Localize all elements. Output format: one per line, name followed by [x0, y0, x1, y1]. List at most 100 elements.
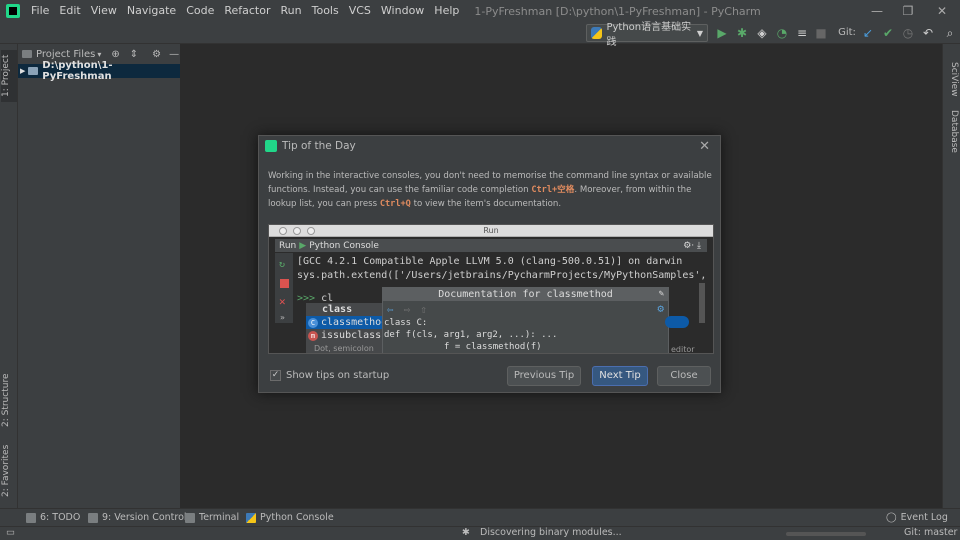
show-tips-checkbox[interactable]: ✓ Show tips on startup	[270, 370, 389, 381]
project-root-item[interactable]: ▶ D:\python\1-PyFreshman	[18, 60, 180, 82]
close-button[interactable]: Close	[657, 366, 711, 386]
menu-run[interactable]: Run	[276, 0, 307, 22]
mac-zoom-dot-icon	[307, 227, 315, 235]
pycharm-logo-icon	[6, 4, 20, 18]
close-icon[interactable]: ✕	[699, 139, 710, 154]
tab-python-console[interactable]: Python Console	[246, 512, 334, 523]
window-title: 1-PyFreshman [D:\python\1-PyFreshman] - …	[474, 4, 761, 18]
illustration-window-title: Run	[269, 225, 713, 237]
completion-item-text: classmethod	[321, 317, 388, 328]
console-line: [GCC 4.2.1 Compatible Apple LLVM 5.0 (cl…	[297, 256, 683, 267]
tab-event-log[interactable]: ◯ Event Log	[886, 512, 948, 523]
project-panel: Project Files ▾ ⊕ ⇕ ⚙ — ▶ D:\python\1-Py…	[18, 44, 181, 508]
checkbox-checked-icon[interactable]: ✓	[270, 370, 281, 381]
collapse-all-icon[interactable]: ⇕	[130, 49, 138, 60]
python-console-icon	[246, 512, 256, 523]
tip-of-the-day-dialog: Tip of the Day ✕ Working in the interact…	[258, 135, 721, 393]
illustration-run-label: Run	[279, 240, 297, 251]
debug-icon[interactable]: ✱	[734, 25, 750, 41]
git-history-icon[interactable]: ◷	[900, 25, 916, 41]
tab-version-control-label: 9: Version Control	[102, 512, 187, 523]
menu-window[interactable]: Window	[376, 0, 429, 22]
tab-version-control[interactable]: 9: Version Control	[88, 512, 187, 523]
menu-edit[interactable]: Edit	[54, 0, 85, 22]
rerun-icon: ↻	[279, 259, 286, 270]
show-tips-label: Show tips on startup	[286, 370, 390, 381]
tab-sciview[interactable]: SciView	[945, 62, 959, 98]
documentation-popup: Documentation for classmethod ✎ ⇦ ⇨ ⇧ ⚙ …	[382, 287, 669, 353]
menu-file[interactable]: File	[26, 0, 54, 22]
console-scrollbar	[699, 283, 705, 323]
close-window-button[interactable]: ✕	[927, 0, 957, 22]
concurrency-icon[interactable]: ≡	[794, 25, 810, 41]
git-branch-widget[interactable]: Git: master	[904, 527, 957, 538]
minimize-button[interactable]: —	[862, 0, 892, 22]
status-message: Discovering binary modules...	[480, 527, 622, 538]
dialog-title: Tip of the Day	[282, 140, 356, 152]
tab-todo[interactable]: 6: TODO	[26, 512, 80, 523]
python-icon	[591, 27, 603, 39]
tip-text-part: to view the item's documentation.	[410, 199, 562, 209]
next-tip-button[interactable]: Next Tip	[592, 366, 648, 386]
menu-tools[interactable]: Tools	[307, 0, 344, 22]
run-configuration-selector[interactable]: Python语言基础实践 ▼	[586, 22, 708, 48]
git-commit-icon[interactable]: ✔	[880, 25, 896, 41]
profile-icon[interactable]: ◔	[774, 25, 790, 41]
project-view-selector[interactable]: Project Files	[36, 49, 95, 60]
chevron-down-icon: ▼	[696, 28, 703, 38]
stop-icon[interactable]: ■	[813, 25, 829, 41]
main-toolbar: Python语言基础实践 ▼ ▶ ✱ ◈ ◔ ≡ ■ Git: ↙ ✔ ◷ ↶ …	[0, 22, 960, 48]
illustration-window-title-text: Run	[483, 226, 499, 235]
menu-view[interactable]: View	[86, 0, 122, 22]
tab-terminal[interactable]: Terminal	[185, 512, 239, 523]
project-view-icon	[22, 50, 32, 58]
menu-code[interactable]: Code	[181, 0, 219, 22]
gear-icon[interactable]: ⚙	[152, 49, 161, 60]
tab-event-log-label: Event Log	[900, 512, 948, 523]
tab-favorites[interactable]: 2: Favorites	[1, 442, 17, 500]
class-icon: C	[308, 318, 318, 328]
method-icon: m	[308, 331, 318, 341]
pin-icon: ✎	[658, 289, 664, 299]
documentation-title: Documentation for classmethod ✎	[383, 288, 668, 301]
tip-illustration: Run Run ▶ Python Console ⚙· ⤓ ↻ ✕ » [GCC…	[268, 224, 714, 354]
menu-navigate[interactable]: Navigate	[122, 0, 181, 22]
tab-todo-label: 6: TODO	[40, 512, 81, 523]
hide-panel-icon[interactable]: —	[169, 49, 179, 60]
git-update-icon[interactable]: ↙	[860, 25, 876, 41]
completion-item-text: class	[322, 304, 353, 315]
tab-project[interactable]: 1: Project	[1, 50, 17, 102]
tab-database[interactable]: Database	[945, 110, 959, 158]
chevron-right-icon[interactable]: ▶	[20, 67, 25, 75]
right-tool-strip: SciView Database	[942, 44, 960, 508]
previous-tip-button[interactable]: Previous Tip	[507, 366, 581, 386]
gear-icon: ⚙· ⤓	[683, 240, 701, 251]
search-icon[interactable]: ⌕	[942, 25, 958, 41]
revert-icon[interactable]: ↶	[920, 25, 936, 41]
tab-terminal-label: Terminal	[199, 512, 240, 523]
tab-structure[interactable]: 2: Structure	[1, 370, 17, 430]
mac-close-dot-icon	[279, 227, 287, 235]
restore-button[interactable]: ❐	[893, 0, 923, 22]
progress-spinner-icon: ✱	[462, 527, 470, 538]
project-root-label: D:\python\1-PyFreshman	[42, 60, 113, 82]
tip-text: Working in the interactive consoles, you…	[268, 169, 714, 211]
run-icon: ▶	[299, 240, 307, 251]
up-arrow-icon: ⇧	[420, 302, 427, 316]
forward-arrow-icon: ⇨	[403, 302, 411, 316]
completion-item-text: issubclass	[321, 330, 382, 341]
gear-icon: ⚙	[657, 302, 664, 315]
locate-icon[interactable]: ⊕	[111, 49, 119, 60]
run-icon[interactable]: ▶	[714, 25, 730, 41]
menu-refactor[interactable]: Refactor	[219, 0, 275, 22]
toggle-tool-windows-icon[interactable]: ▭	[6, 527, 15, 538]
documentation-line: f = classmethod(f)	[444, 342, 542, 352]
chevron-down-icon[interactable]: ▾	[97, 50, 101, 59]
coverage-icon[interactable]: ◈	[754, 25, 770, 41]
more-icon: »	[280, 313, 285, 322]
menu-help[interactable]: Help	[429, 0, 464, 22]
menu-vcs[interactable]: VCS	[344, 0, 376, 22]
illustration-highlight	[665, 316, 689, 328]
event-log-icon: ◯	[886, 512, 897, 523]
close-icon: ✕	[279, 295, 286, 308]
